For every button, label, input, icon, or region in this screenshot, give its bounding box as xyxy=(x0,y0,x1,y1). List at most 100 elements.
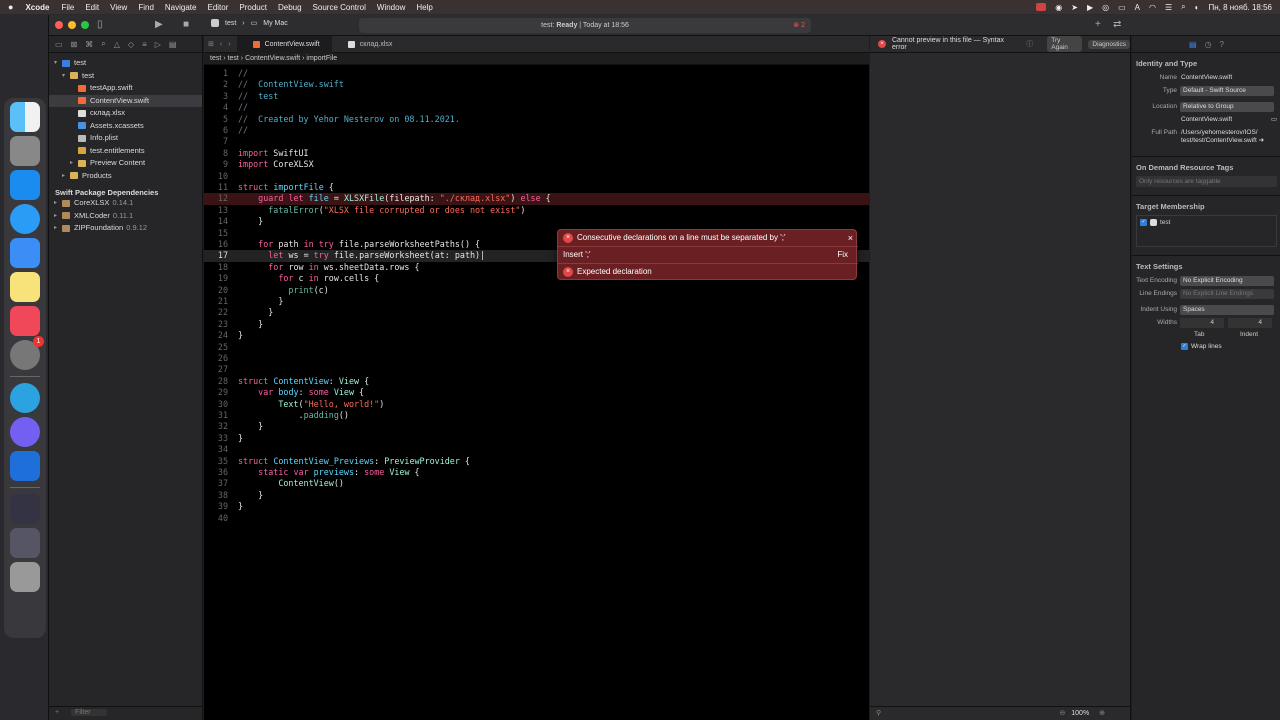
downloads-stack-icon[interactable] xyxy=(10,528,40,558)
add-icon[interactable]: + xyxy=(55,709,59,716)
indent-select[interactable]: Spaces xyxy=(1180,305,1274,315)
finder-icon[interactable] xyxy=(10,102,40,132)
disclosure-icon[interactable]: ▾ xyxy=(54,57,62,70)
type-select[interactable]: Default - Swift Source xyxy=(1180,86,1274,96)
menu-clock[interactable]: Пн, 8 нояб. 18:56 xyxy=(1208,3,1272,12)
endings-select[interactable]: No Explicit Line Endings xyxy=(1180,289,1274,299)
disclosure-icon[interactable]: ▸ xyxy=(54,210,62,223)
jump-symbol[interactable]: importFile xyxy=(306,55,337,62)
disclosure-icon[interactable]: ▸ xyxy=(62,170,70,183)
viber-icon[interactable] xyxy=(10,417,40,447)
music-icon[interactable] xyxy=(10,306,40,336)
status-battery-icon[interactable]: ▭ xyxy=(1118,3,1126,12)
breakpoint-icon[interactable]: ▷ xyxy=(155,40,161,49)
reveal-arrow-icon[interactable]: ➜ xyxy=(1259,137,1264,144)
close-button[interactable] xyxy=(55,21,63,29)
test-icon[interactable]: ◇ xyxy=(128,40,134,49)
menu-window[interactable]: Window xyxy=(377,3,405,12)
menu-navigate[interactable]: Navigate xyxy=(165,3,197,12)
zoom-out-icon[interactable]: ⊖ xyxy=(1059,710,1065,717)
apple-icon[interactable]: ● xyxy=(8,2,13,12)
jump-file[interactable]: ContentView.swift xyxy=(245,55,300,62)
menu-app-name[interactable]: Xcode xyxy=(25,3,49,12)
preview-window-icon[interactable] xyxy=(10,494,40,524)
history-icon[interactable]: ◷ xyxy=(1205,40,1212,49)
tree-group[interactable]: ▸ Preview Content xyxy=(49,157,202,170)
menu-file[interactable]: File xyxy=(61,3,74,12)
debug-icon[interactable]: ≡ xyxy=(142,40,147,49)
menu-help[interactable]: Help xyxy=(416,3,432,12)
symbol-icon[interactable]: ⌘ xyxy=(85,40,93,49)
control-center-icon[interactable]: ☰ xyxy=(1165,3,1172,12)
app-store-icon[interactable] xyxy=(10,170,40,200)
menu-view[interactable]: View xyxy=(110,3,127,12)
tree-file[interactable]: Assets.xcassets xyxy=(49,120,202,133)
folder-icon[interactable]: ▭ xyxy=(1271,115,1277,123)
trash-icon[interactable] xyxy=(10,562,40,592)
diagnostics-button[interactable]: Diagnostics xyxy=(1088,39,1130,49)
issue-icon[interactable]: △ xyxy=(114,40,120,49)
menu-edit[interactable]: Edit xyxy=(85,3,99,12)
add-icon[interactable]: + xyxy=(1095,19,1101,30)
zoom-button[interactable] xyxy=(81,21,89,29)
help-icon[interactable]: ? xyxy=(1220,40,1224,49)
menu-editor[interactable]: Editor xyxy=(207,3,228,12)
xcode-icon[interactable] xyxy=(10,451,40,481)
tree-package[interactable]: ▸ CoreXLSX 0.14.1 xyxy=(49,197,202,210)
search-icon[interactable]: ⌕ xyxy=(1181,2,1185,12)
tab-contentview[interactable]: ContentView.swift xyxy=(236,35,332,53)
safari-icon[interactable] xyxy=(10,204,40,234)
back-icon[interactable]: ‹ xyxy=(220,41,222,48)
status-circle-icon[interactable]: ◎ xyxy=(1102,3,1109,12)
notes-icon[interactable] xyxy=(10,272,40,302)
source-control-icon[interactable]: ⊠ xyxy=(71,40,78,49)
system-preferences-icon[interactable]: 1 xyxy=(10,336,44,370)
encoding-select[interactable]: No Explicit Encoding xyxy=(1180,276,1274,286)
tree-file[interactable]: testApp.swift xyxy=(49,82,202,95)
zoom-level[interactable]: 100% xyxy=(1071,710,1089,717)
menu-source-control[interactable]: Source Control xyxy=(313,3,366,12)
menu-product[interactable]: Product xyxy=(239,3,267,12)
find-icon[interactable]: ⌕ xyxy=(101,39,105,49)
status-record-icon[interactable]: ◉ xyxy=(1055,3,1062,12)
tab-width-stepper[interactable]: 4 xyxy=(1180,318,1224,328)
tree-group[interactable]: ▾ test xyxy=(49,70,202,83)
location-select[interactable]: Relative to Group xyxy=(1180,102,1274,112)
error-message-row[interactable]: × Expected declaration xyxy=(558,264,858,280)
disclosure-icon[interactable]: ▸ xyxy=(54,222,62,235)
fix-it-row[interactable]: Insert ';' Fix xyxy=(558,247,858,263)
tree-file[interactable]: Info.plist xyxy=(49,132,202,145)
jump-group[interactable]: test xyxy=(228,55,239,62)
status-app-icon[interactable] xyxy=(1036,3,1047,11)
wrap-lines-checkbox[interactable]: ✓ Wrap lines xyxy=(1181,343,1222,350)
tree-file[interactable]: склад.xlsx xyxy=(49,107,202,120)
disclosure-icon[interactable]: ▸ xyxy=(54,197,62,210)
disclosure-icon[interactable]: ▾ xyxy=(62,70,70,83)
status-telegram-icon[interactable]: ➤ xyxy=(1071,3,1078,12)
sidebar-toggle-icon[interactable]: ▯ xyxy=(97,19,103,30)
info-icon[interactable]: ⓘ xyxy=(1026,39,1033,49)
activity-status[interactable]: test: Ready | Today at 18:56 ⊗ 2 xyxy=(359,18,811,33)
indent-width-stepper[interactable]: 4 xyxy=(1228,318,1272,328)
jump-project[interactable]: test xyxy=(210,55,221,62)
minimize-button[interactable] xyxy=(68,21,76,29)
try-again-button[interactable]: Try Again xyxy=(1047,36,1083,52)
grid-icon[interactable]: ⊞ xyxy=(208,40,214,48)
disclosure-icon[interactable]: ▸ xyxy=(70,157,78,170)
filter-input[interactable]: Filter xyxy=(71,709,107,716)
siri-icon[interactable]: ◐ xyxy=(1195,3,1200,12)
launchpad-icon[interactable] xyxy=(10,136,40,166)
error-count-badge[interactable]: ⊗ 2 xyxy=(793,18,805,33)
stop-icon[interactable]: ■ xyxy=(183,19,189,30)
menu-find[interactable]: Find xyxy=(138,3,154,12)
run-icon[interactable]: ▶ xyxy=(155,19,163,30)
code-review-icon[interactable]: ⇄ xyxy=(1113,19,1121,30)
status-keyboard-icon[interactable]: A xyxy=(1135,3,1140,12)
name-field[interactable]: ContentView.swift xyxy=(1181,74,1232,81)
close-icon[interactable]: × xyxy=(848,230,853,246)
tree-package[interactable]: ▸ XMLCoder 0.11.1 xyxy=(49,210,202,223)
folder-icon[interactable]: ▭ xyxy=(55,40,63,49)
scheme-selector[interactable]: test › ▭ My Mac xyxy=(211,19,288,27)
error-message-row[interactable]: × Consecutive declarations on a line mus… xyxy=(558,230,858,246)
pin-icon[interactable]: ⚲ xyxy=(876,709,881,717)
